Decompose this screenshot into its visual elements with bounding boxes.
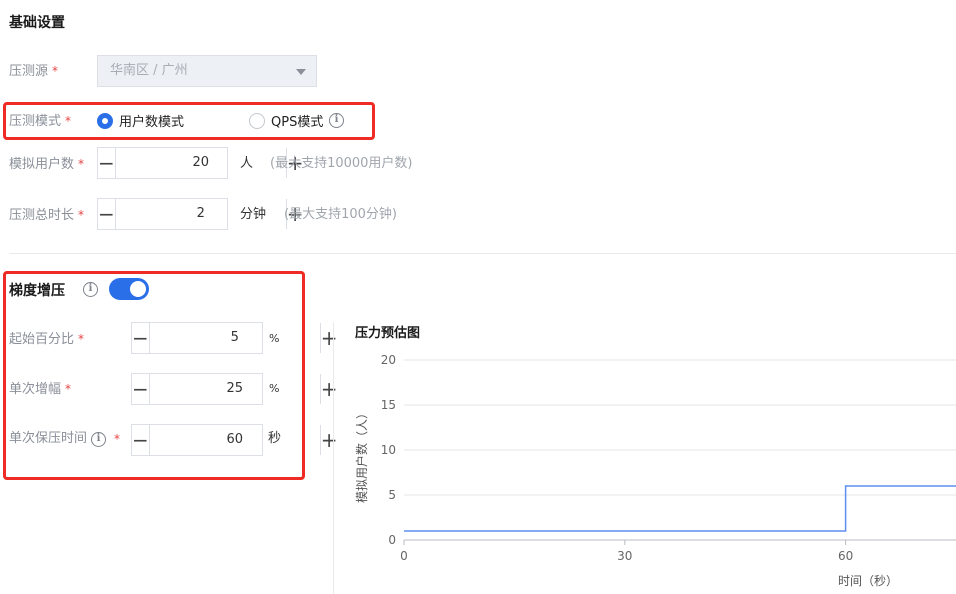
chart-x-tick-label: 60: [838, 549, 853, 563]
chart-y-axis-label: 模拟用户数（人）: [354, 407, 369, 503]
pressure-chart: 0 5 10 15 20 0 30 60 模拟用户数（人） 时间（秒）: [354, 353, 956, 588]
chart-y-tick-label: 5: [388, 488, 396, 502]
chart-grid: [404, 359, 956, 541]
chart-y-tick-label: 10: [381, 443, 396, 457]
chart-x-tick-label: 30: [617, 549, 632, 563]
chart-y-tick-label: 15: [381, 398, 396, 412]
chart-series: [404, 485, 956, 532]
chart-x-axis-label: 时间（秒）: [838, 574, 898, 588]
chart-y-tick-label: 0: [388, 533, 396, 547]
chart-series-line: [404, 485, 956, 532]
chart-x-tick-label: 0: [400, 549, 408, 563]
chart-y-tick-label: 20: [381, 353, 396, 367]
